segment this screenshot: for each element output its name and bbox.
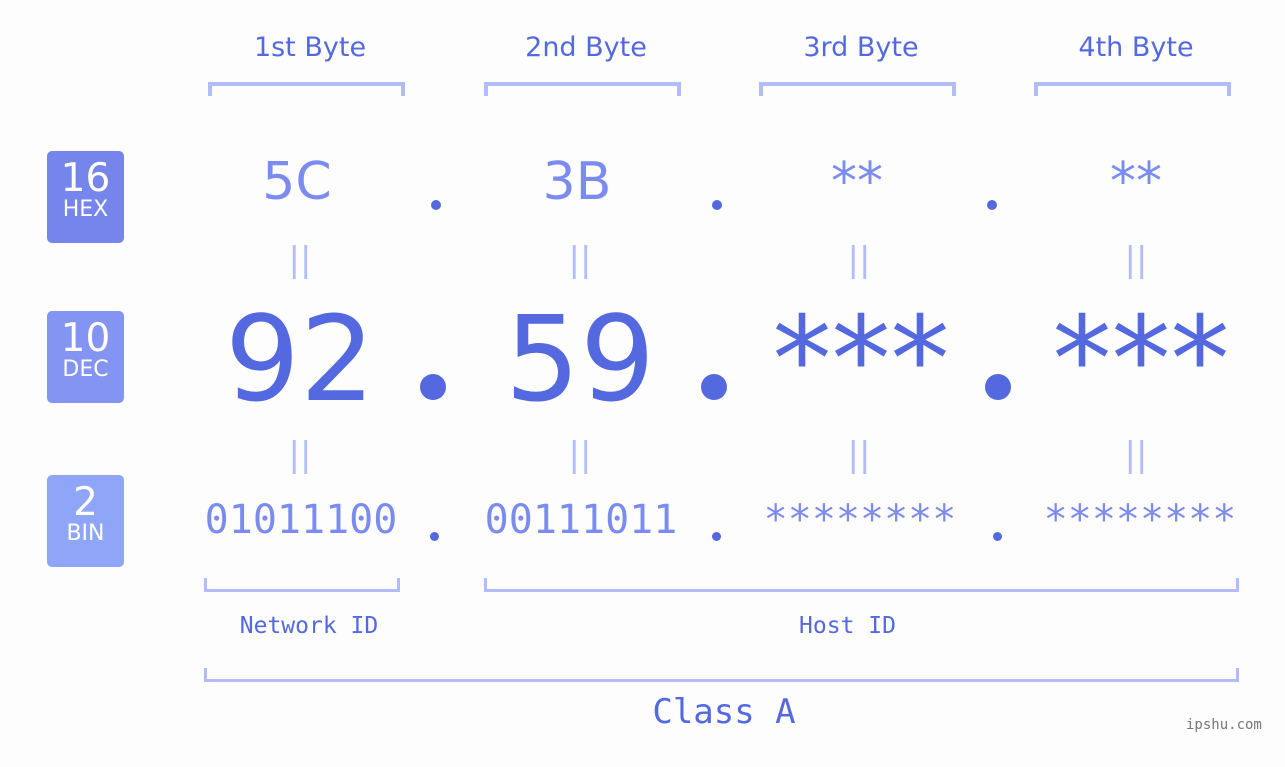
hex-badge-label: HEX — [62, 197, 109, 222]
byte-header-1: 1st Byte — [253, 32, 367, 63]
hex-separator-dot — [712, 200, 722, 210]
hex-badge-number: 16 — [60, 156, 111, 201]
class-label: Class A — [652, 692, 796, 732]
bin-badge-label: BIN — [66, 521, 105, 546]
bin-value-4: ******** — [1043, 497, 1237, 543]
dec-badge-number: 10 — [60, 316, 111, 361]
bin-separator-dot — [430, 532, 439, 541]
hex-value-4: ** — [1110, 152, 1162, 212]
equals-sign: || — [568, 435, 592, 475]
equals-sign: || — [1124, 240, 1148, 280]
bin-value-1: 01011100 — [204, 497, 398, 543]
dec-value-4: *** — [1052, 290, 1230, 428]
dec-badge-label: DEC — [62, 357, 109, 382]
byte-bracket-2 — [484, 82, 681, 96]
bin-badge: 2 BIN — [47, 475, 124, 567]
host-id-label: Host ID — [799, 613, 896, 639]
dec-separator-dot — [420, 374, 446, 400]
byte-bracket-3 — [759, 82, 956, 96]
host-id-bracket — [484, 578, 1239, 592]
bin-value-2: 00111011 — [484, 497, 678, 543]
dec-separator-dot — [701, 374, 727, 400]
equals-sign: || — [847, 435, 871, 475]
hex-separator-dot — [987, 200, 997, 210]
watermark: ipshu.com — [1186, 717, 1262, 733]
byte-bracket-4 — [1034, 82, 1231, 96]
dec-value-1: 92 — [224, 290, 376, 428]
hex-value-2: 3B — [542, 152, 612, 212]
dec-badge: 10 DEC — [47, 311, 124, 403]
equals-sign: || — [847, 240, 871, 280]
bin-badge-number: 2 — [73, 480, 98, 525]
network-id-bracket — [204, 578, 400, 592]
equals-sign: || — [288, 240, 312, 280]
byte-header-4: 4th Byte — [1078, 32, 1194, 63]
equals-sign: || — [568, 240, 592, 280]
equals-sign: || — [288, 435, 312, 475]
network-id-label: Network ID — [239, 613, 379, 639]
bin-separator-dot — [712, 532, 721, 541]
equals-sign: || — [1124, 435, 1148, 475]
dec-value-2: 59 — [504, 290, 656, 428]
hex-badge: 16 HEX — [47, 151, 124, 243]
byte-header-2: 2nd Byte — [525, 32, 647, 63]
dec-separator-dot — [985, 374, 1011, 400]
dec-value-3: *** — [772, 290, 950, 428]
byte-header-3: 3rd Byte — [803, 32, 919, 63]
hex-separator-dot — [431, 200, 441, 210]
byte-bracket-1 — [208, 82, 405, 96]
class-bracket — [204, 668, 1239, 682]
bin-separator-dot — [993, 532, 1002, 541]
hex-value-1: 5C — [262, 152, 332, 212]
hex-value-3: ** — [831, 152, 883, 212]
bin-value-3: ******** — [763, 497, 957, 543]
